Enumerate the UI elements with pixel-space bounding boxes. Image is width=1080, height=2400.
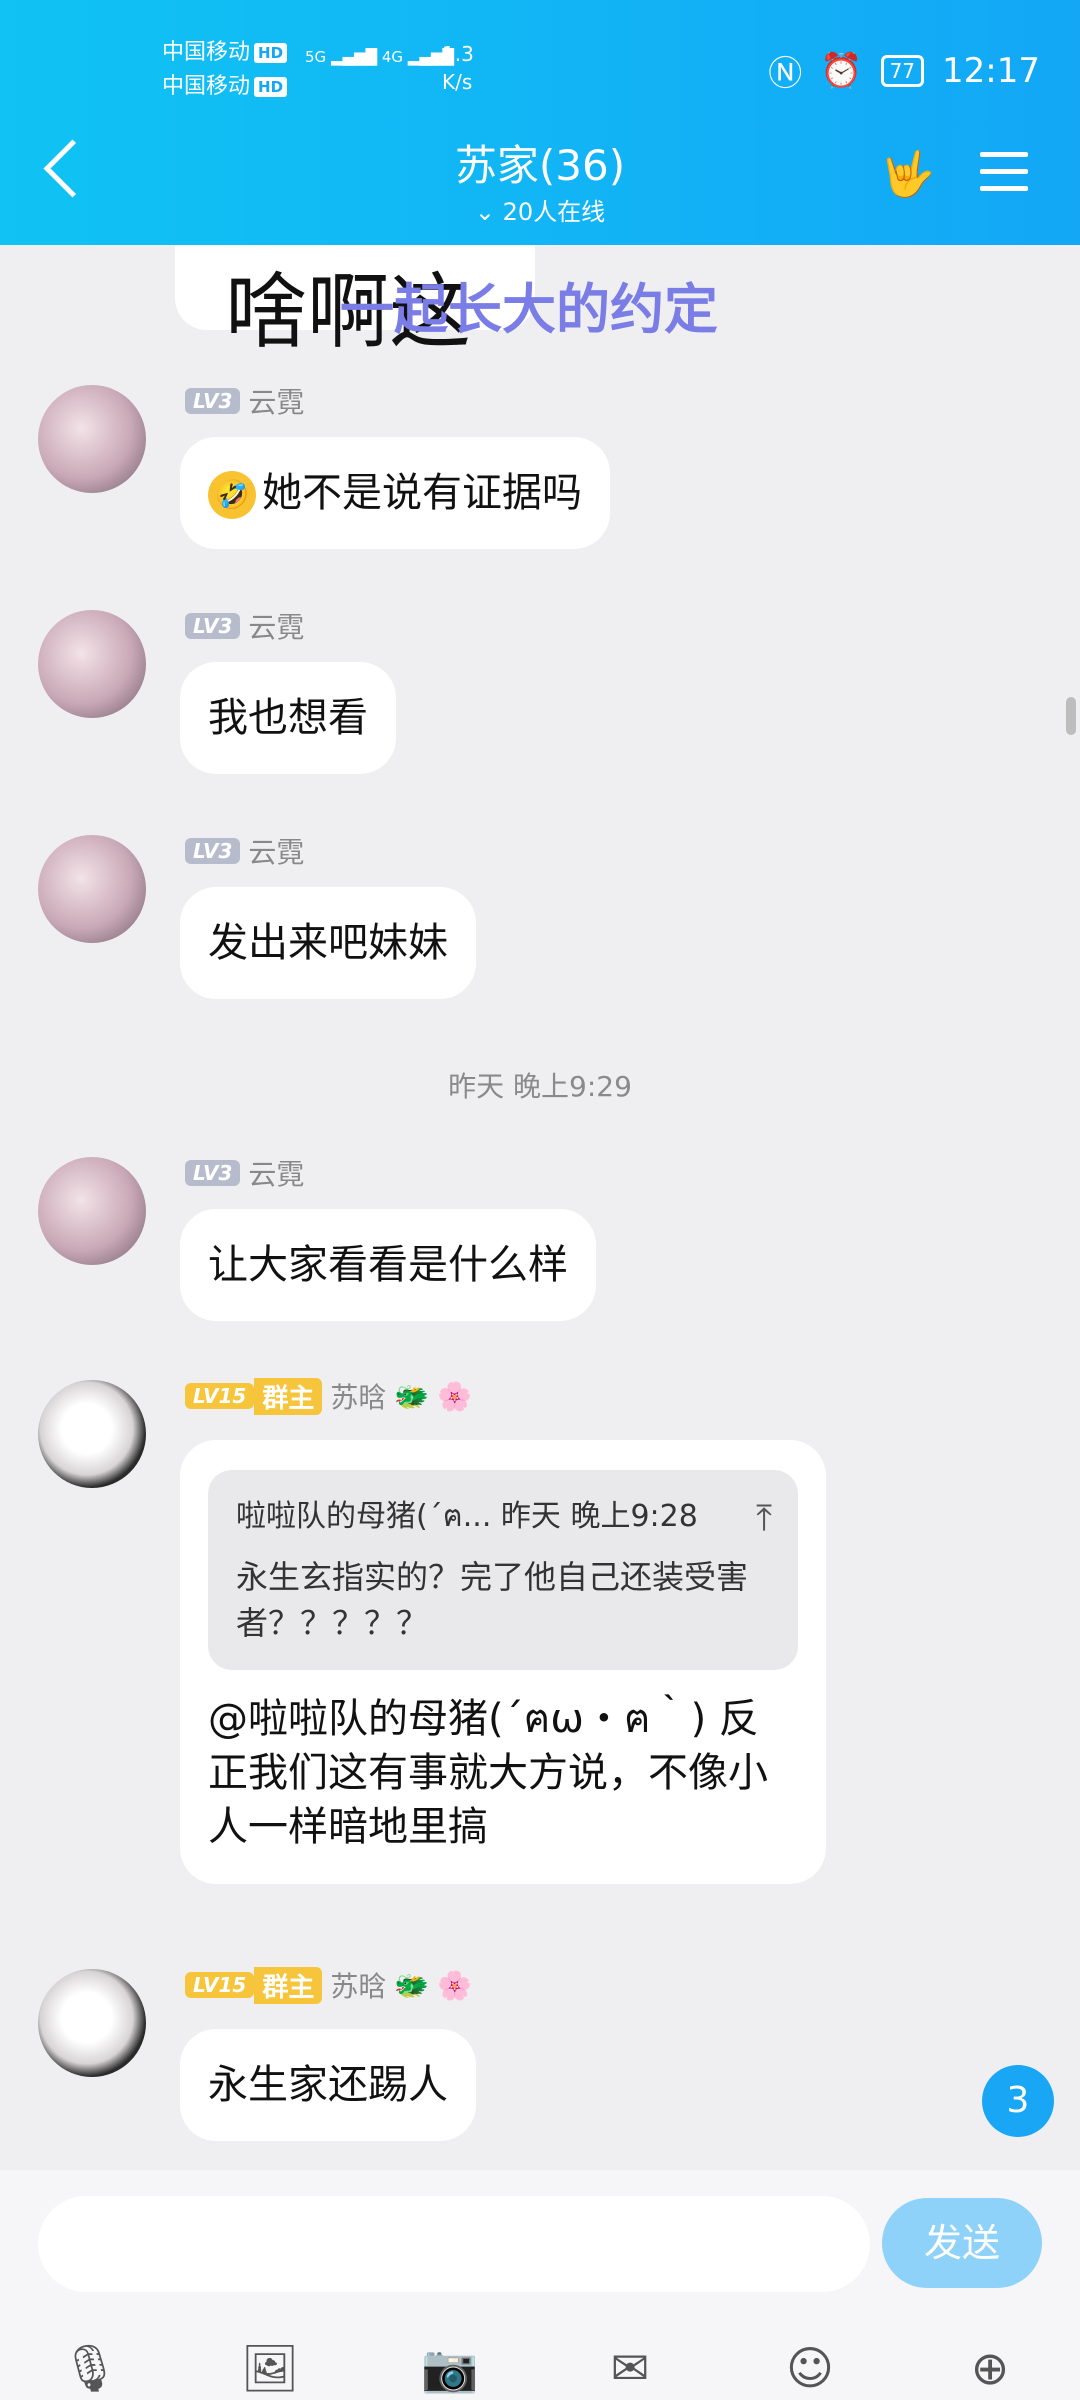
- message-bubble[interactable]: 我也想看: [180, 662, 396, 774]
- laughing-emoji-icon: 🤣: [208, 471, 256, 519]
- message-text: 我也想看: [208, 695, 368, 741]
- jump-to-top-icon[interactable]: ⤒: [756, 1496, 772, 1542]
- carrier-1: 中国移动: [162, 40, 251, 65]
- avatar[interactable]: [38, 1380, 146, 1488]
- signal-icon: 5G ▂▄▆█ 4G ▂▄▆█: [305, 48, 454, 66]
- message-text: 发出来吧妹妹: [208, 920, 448, 966]
- scrollbar[interactable]: [1066, 697, 1076, 735]
- chat-area[interactable]: 啥啊这 一起长大的约定 LV3 云霓 🤣 她不是说有证据吗 LV3 云霓 我也想看…: [0, 245, 1080, 2170]
- message-text: 永生家还踢人: [208, 2062, 448, 2108]
- send-button[interactable]: 发送: [882, 2198, 1042, 2288]
- toolbar: 🎙 🖼 📷 ✉ ☺ ⊕: [0, 2338, 1080, 2398]
- avatar[interactable]: [38, 610, 146, 718]
- battery-icon: 77: [880, 54, 925, 87]
- sender-meta: LV3 云霓: [185, 1153, 304, 1193]
- red-packet-icon[interactable]: ✉: [600, 2338, 660, 2398]
- alarm-icon: ⏰: [820, 50, 863, 91]
- level-badge: LV15: [185, 1383, 255, 1409]
- carrier-2: 中国移动: [162, 74, 251, 99]
- level-badge: LV3: [185, 388, 241, 414]
- camera-icon[interactable]: 📷: [420, 2338, 480, 2398]
- sender-name[interactable]: 苏晗: [330, 1376, 386, 1416]
- sender-meta: LV3 云霓: [185, 381, 304, 421]
- level-badge: LV3: [185, 613, 241, 639]
- network-speed: 1.3 K/s: [442, 40, 474, 96]
- hd-badge: HD: [254, 43, 288, 63]
- message-text: 让大家看看是什么样: [208, 1242, 568, 1288]
- sender-meta: LV3 云霓: [185, 606, 304, 646]
- dragon-icon: 🐲: [394, 1379, 430, 1413]
- message-bubble[interactable]: 发出来吧妹妹: [180, 887, 476, 999]
- plus-icon[interactable]: ⊕: [960, 2338, 1020, 2398]
- sticker-message[interactable]: 啥啊这 一起长大的约定: [175, 245, 718, 360]
- timestamp: 昨天 晚上9:29: [448, 1070, 632, 1103]
- message-text: 她不是说有证据吗: [262, 470, 582, 516]
- unread-count-badge[interactable]: 3: [982, 2065, 1054, 2137]
- sender-meta: LV15 群主 苏晗 🐲 🌸: [185, 1965, 472, 2005]
- flower-icon: 🌸: [437, 1379, 473, 1413]
- sticker-overlay-text: 一起长大的约定: [340, 278, 718, 341]
- menu-icon[interactable]: [980, 152, 1028, 203]
- hand-gesture-icon[interactable]: 🤟: [880, 148, 935, 200]
- sender-name[interactable]: 苏晗: [330, 1965, 386, 2005]
- level-badge: LV3: [185, 838, 241, 864]
- input-bar: 发送 🎙 🖼 📷 ✉ ☺ ⊕: [0, 2170, 1080, 2400]
- sender-name[interactable]: 云霓: [248, 1153, 304, 1193]
- quote-text: 永生玄指实的？完了他自己还装受害者？？？？？: [236, 1558, 749, 1642]
- sender-meta: LV3 云霓: [185, 831, 304, 871]
- message-bubble[interactable]: 永生家还踢人: [180, 2029, 476, 2141]
- level-badge: LV3: [185, 1160, 241, 1186]
- status-right: Ⓝ ⏰ 77 12:17: [768, 46, 1040, 95]
- owner-badge: 群主: [254, 1377, 323, 1415]
- speed-unit: K/s: [442, 70, 473, 94]
- message-bubble[interactable]: 啦啦队的母猪(´ฅ... 昨天 晚上9:28 ⤒ 永生玄指实的？完了他自己还装受…: [180, 1440, 826, 1884]
- image-icon[interactable]: 🖼: [240, 2338, 300, 2398]
- hd-badge: HD: [254, 77, 288, 97]
- nfc-icon: Ⓝ: [768, 54, 803, 94]
- message-text: @啦啦队的母猪(´ฅω・ฅ｀) 反正我们这有事就大方说，不像小人一样暗地里搞: [208, 1696, 768, 1850]
- avatar[interactable]: [38, 385, 146, 493]
- chevron-down-icon: ⌄: [474, 198, 495, 226]
- quote-header: 啦啦队的母猪(´ฅ... 昨天 晚上9:28: [236, 1499, 698, 1534]
- message-input[interactable]: [38, 2196, 870, 2292]
- flower-icon: 🌸: [437, 1968, 473, 2002]
- clock: 12:17: [942, 50, 1040, 91]
- quoted-message[interactable]: 啦啦队的母猪(´ฅ... 昨天 晚上9:28 ⤒ 永生玄指实的？完了他自己还装受…: [208, 1470, 798, 1670]
- online-label: 20人在线: [502, 198, 606, 226]
- carrier-info: 中国移动 HD 中国移动 HD: [162, 36, 288, 104]
- sender-name[interactable]: 云霓: [248, 606, 304, 646]
- avatar[interactable]: [38, 1157, 146, 1265]
- signal-4g: 4G: [381, 48, 404, 66]
- speed-value: 1.3: [442, 42, 474, 66]
- signal-5g: 5G: [305, 48, 327, 66]
- level-badge: LV15: [185, 1972, 255, 1998]
- sender-meta: LV15 群主 苏晗 🐲 🌸: [185, 1376, 472, 1416]
- owner-badge: 群主: [254, 1966, 323, 2004]
- message-bubble[interactable]: 🤣 她不是说有证据吗: [180, 437, 610, 549]
- dragon-icon: 🐲: [394, 1968, 430, 2002]
- avatar[interactable]: [38, 1969, 146, 2077]
- emoji-icon[interactable]: ☺: [780, 2338, 840, 2398]
- avatar[interactable]: [38, 835, 146, 943]
- top-bar: 中国移动 HD 中国移动 HD 5G ▂▄▆█ 4G ▂▄▆█ 1.3 K/s Ⓝ …: [0, 0, 1080, 245]
- sender-name[interactable]: 云霓: [248, 381, 304, 421]
- message-bubble[interactable]: 让大家看看是什么样: [180, 1209, 596, 1321]
- sender-name[interactable]: 云霓: [248, 831, 304, 871]
- microphone-icon[interactable]: 🎙: [60, 2338, 120, 2398]
